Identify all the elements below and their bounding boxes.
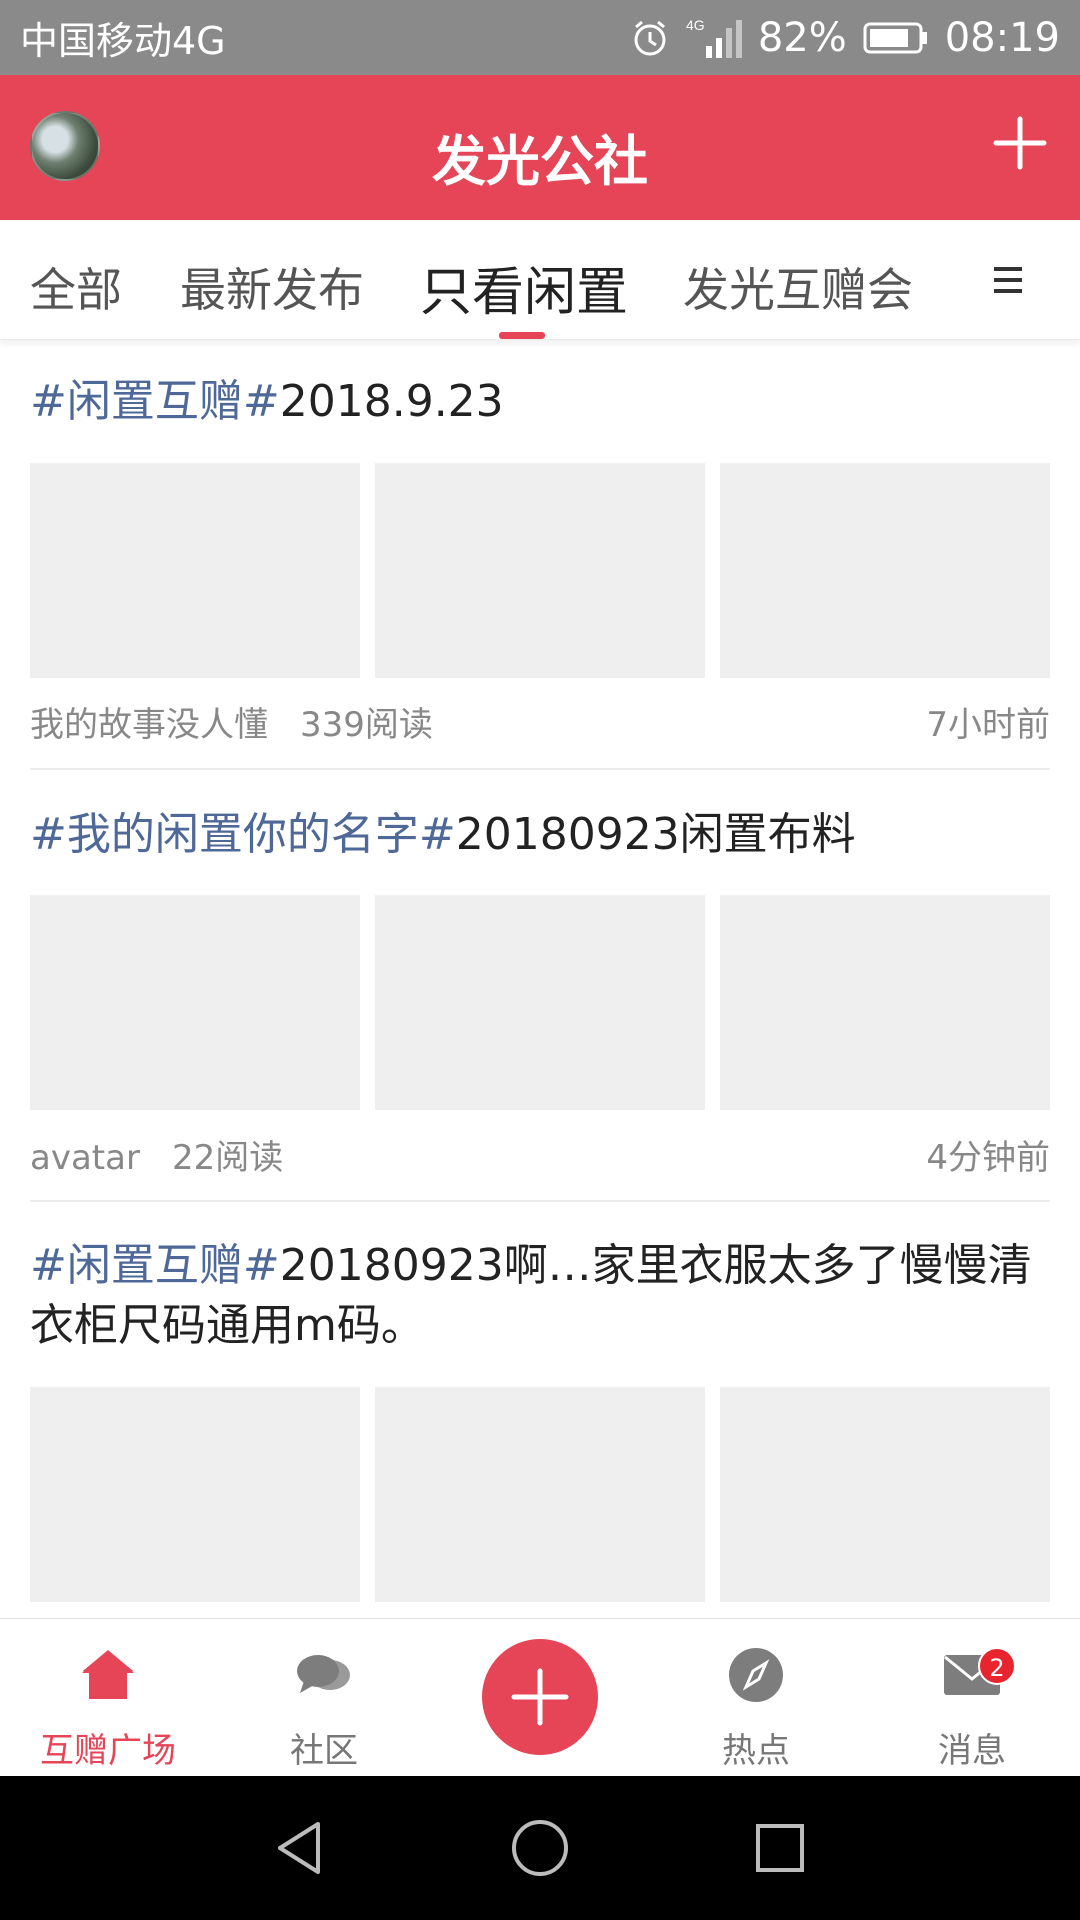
battery-percent: 82% (757, 14, 847, 61)
page-title: 发光公社 (432, 130, 648, 193)
post-image[interactable] (720, 1387, 1050, 1602)
nav-item-exchange-square[interactable]: 互赠广场 (0, 1619, 216, 1777)
image-row (30, 463, 1050, 678)
tab-idle-only[interactable]: 只看闲置 (420, 250, 628, 325)
tab-exchange-meeting[interactable]: 发光互赠会 (683, 254, 913, 320)
svg-text:4G: 4G (686, 17, 705, 33)
app-bar: 发光公社 (0, 75, 1080, 220)
tab-latest[interactable]: 最新发布 (180, 254, 364, 320)
nav-label: 消息 (938, 1731, 1006, 1771)
nav-item-hot[interactable]: 热点 (648, 1619, 864, 1777)
post-card[interactable]: #我的闲置你的名字#20180923闲置布料 avatar 22阅读 4分钟前 (30, 805, 1050, 1178)
signal-icon: 4G (686, 16, 742, 60)
status-icons: 4G 82% 08:19 (630, 15, 1060, 61)
post-image[interactable] (375, 463, 705, 678)
message-badge: 2 (978, 1647, 1016, 1685)
post-title[interactable]: #闲置互赠#20180923啊…家里衣服太多了慢慢清衣柜尺码通用m码。 (30, 1236, 1050, 1356)
post-text: 2018.9.23 (279, 376, 504, 427)
carrier-label: 中国移动4G (20, 19, 226, 63)
tab-all[interactable]: 全部 (30, 254, 122, 320)
post-author[interactable]: avatar (30, 1138, 140, 1178)
post-meta: avatar 22阅读 4分钟前 (30, 1130, 1050, 1179)
recents-icon[interactable] (748, 1816, 812, 1880)
nav-label: 热点 (722, 1731, 790, 1771)
read-count: 339阅读 (300, 705, 433, 745)
nav-label: 互赠广场 (40, 1731, 176, 1771)
post-tag[interactable]: #我的闲置你的名字# (30, 809, 456, 860)
add-post-button[interactable] (990, 113, 1050, 173)
post-title[interactable]: #我的闲置你的名字#20180923闲置布料 (30, 805, 1050, 865)
nav-item-community[interactable]: 社区 (216, 1619, 432, 1777)
post-tag[interactable]: #闲置互赠# (30, 376, 280, 427)
post-image[interactable] (375, 895, 705, 1110)
post-author[interactable]: 我的故事没人懂 (30, 705, 268, 745)
post-tag[interactable]: #闲置互赠# (30, 1240, 280, 1291)
home-circle-icon[interactable] (508, 1816, 572, 1880)
back-icon[interactable] (268, 1816, 332, 1880)
status-bar: 中国移动4G 4G 82% 08:19 (0, 0, 1080, 75)
post-image[interactable] (720, 463, 1050, 678)
divider (30, 768, 1050, 770)
nav-item-messages[interactable]: 消息 (864, 1619, 1080, 1777)
post-time: 4分钟前 (926, 1138, 1050, 1178)
post-time: 7小时前 (926, 705, 1050, 745)
post-text: 20180923闲置布料 (455, 809, 856, 860)
active-tab-indicator (499, 332, 545, 339)
post-image[interactable] (30, 463, 360, 678)
nav-label: 社区 (290, 1731, 358, 1771)
post-card[interactable]: #闲置互赠#2018.9.23 我的故事没人懂 339阅读 7小时前 (30, 372, 1050, 745)
compass-icon (729, 1648, 783, 1702)
post-meta: 我的故事没人懂 339阅读 7小时前 (30, 697, 1050, 746)
plus-icon (511, 1668, 569, 1726)
post-image[interactable] (375, 1387, 705, 1602)
clock: 08:19 (944, 14, 1060, 61)
divider (30, 1200, 1050, 1202)
post-image[interactable] (720, 895, 1050, 1110)
post-card[interactable]: #闲置互赠#20180923啊…家里衣服太多了慢慢清衣柜尺码通用m码。 (30, 1236, 1050, 1602)
bottom-nav: 互赠广场 社区 热点 消息 2 (0, 1618, 1080, 1776)
read-count: 22阅读 (171, 1138, 284, 1178)
battery-icon (863, 20, 929, 56)
alarm-icon (630, 18, 670, 58)
post-title[interactable]: #闲置互赠#2018.9.23 (30, 372, 1050, 432)
image-row (30, 1387, 1050, 1602)
app-screen: 中国移动4G 4G 82% 08:19 发光公社 全部 最新发布 只看闲置 发光… (0, 0, 1080, 1920)
post-image[interactable] (30, 1387, 360, 1602)
chat-bubbles-icon (297, 1655, 350, 1693)
home-icon (82, 1650, 134, 1699)
tab-bar: 全部 最新发布 只看闲置 发光互赠会 (0, 220, 1080, 340)
post-image[interactable] (30, 895, 360, 1110)
menu-icon[interactable] (990, 262, 1026, 298)
system-nav-bar (0, 1776, 1080, 1920)
image-row (30, 895, 1050, 1110)
publish-button[interactable] (482, 1639, 598, 1755)
